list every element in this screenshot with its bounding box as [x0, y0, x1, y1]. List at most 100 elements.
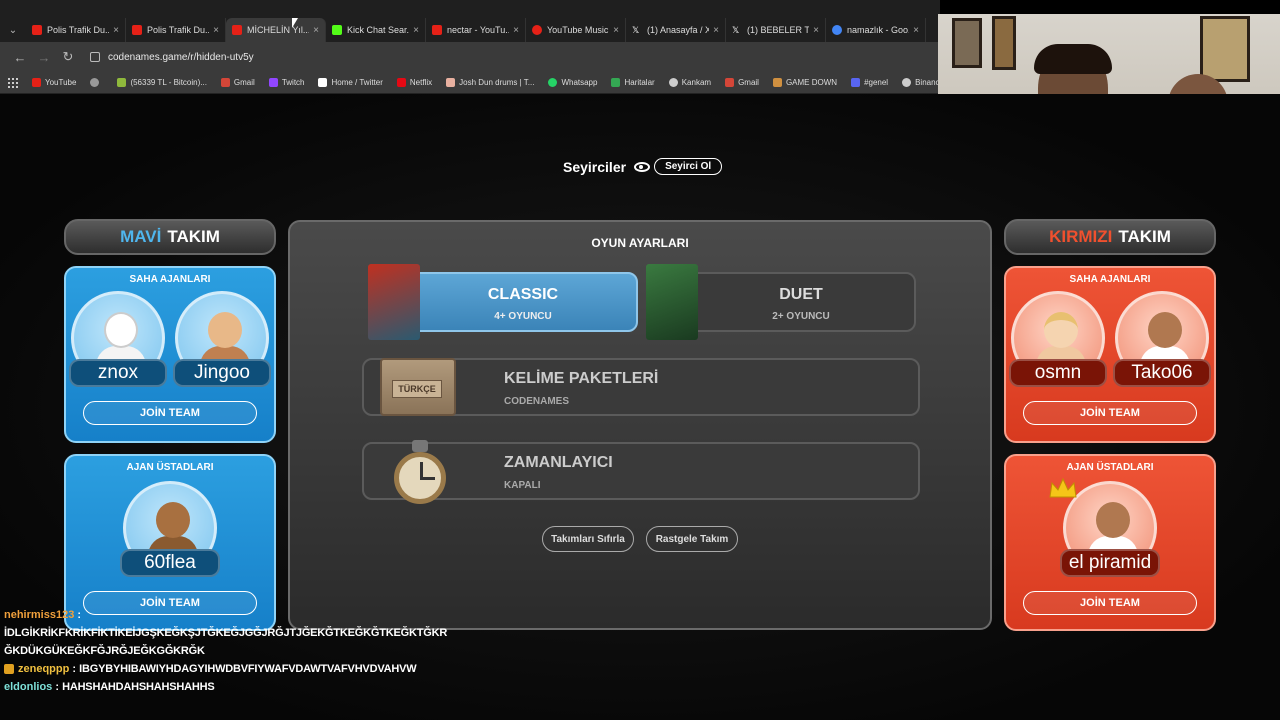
reset-teams-button[interactable]: Takımları Sıfırla: [542, 526, 634, 552]
x-icon: 𝕏: [732, 25, 740, 35]
bookmark[interactable]: Home / Twitter: [318, 78, 383, 87]
spectate-button[interactable]: Seyirci Ol: [654, 158, 723, 175]
bookmark[interactable]: #genel: [851, 78, 888, 87]
chat-username: eldonlios: [4, 681, 53, 693]
close-icon[interactable]: ×: [713, 25, 719, 36]
tab[interactable]: Polis Trafik Du... ×: [26, 18, 126, 42]
eye-icon: [634, 161, 651, 172]
tab[interactable]: Kick Chat Sear... ×: [326, 18, 426, 42]
url-text: codenames.game/r/hidden-utv5y: [108, 51, 254, 63]
bookmark[interactable]: [90, 78, 103, 87]
player-name: el piramid: [1060, 549, 1160, 577]
browser-titlebar: [0, 0, 940, 18]
bookmark[interactable]: Twitch: [268, 78, 305, 87]
tab-label: (1) Anasayfa / X: [647, 25, 710, 35]
bookmark-label: GAME DOWN: [785, 78, 838, 87]
close-icon[interactable]: ×: [913, 25, 919, 36]
word-pack-label: TÜRKÇE: [392, 380, 442, 398]
operatives-list: osmn Tako06: [1006, 291, 1214, 387]
chat-message: eldonlios : HAHSHAHDAHSHAHSHAHHS: [4, 678, 474, 696]
tab[interactable]: nectar - YouTu... ×: [426, 18, 526, 42]
close-icon[interactable]: ×: [313, 25, 319, 36]
codenames-box-art-icon: [368, 264, 420, 340]
close-icon[interactable]: ×: [513, 25, 519, 36]
site-info-icon[interactable]: [90, 52, 100, 62]
close-icon[interactable]: ×: [413, 25, 419, 36]
red-spymasters-panel: AJAN ÜSTADLARI el piramid JOİN TEAM: [1004, 454, 1216, 631]
twitch-icon: [268, 78, 278, 87]
tab[interactable]: namazlık - Goo... ×: [826, 18, 926, 42]
blue-join-operatives-button[interactable]: JOİN TEAM: [83, 401, 257, 425]
close-icon[interactable]: ×: [213, 25, 219, 36]
tab-search-icon[interactable]: ⌄: [0, 18, 26, 42]
game-settings-panel: OYUN AYARLARI CLASSIC 4+ OYUNCU DUET 2+ …: [288, 220, 992, 630]
chat-username: nehirmiss123: [4, 609, 75, 621]
tab-label: YouTube Music: [547, 25, 609, 35]
bookmark[interactable]: GAME DOWN: [772, 78, 838, 87]
bookmark[interactable]: Whatsapp: [548, 78, 597, 87]
close-icon[interactable]: ×: [113, 25, 119, 36]
gmail-icon: [725, 78, 735, 87]
bookmark[interactable]: Kankam: [668, 78, 711, 87]
spectators-label: Seyirciler: [563, 158, 627, 175]
forward-icon[interactable]: →: [32, 50, 56, 65]
bookmark-label: Netflix: [409, 78, 433, 87]
globe-icon: [90, 78, 100, 87]
bookmark[interactable]: Josh Dun drums | T...: [446, 78, 534, 87]
chat-message: nehirmiss123 : İDLGİKRİKFKRİKFİKTİKEİJGŞ…: [4, 606, 474, 660]
reload-icon[interactable]: ↻: [56, 49, 80, 65]
bookmarks-bar: YouTube (56339 TL - Bitcoin)... Gmail Tw…: [0, 72, 944, 94]
tab[interactable]: 𝕏 (1) Anasayfa / X ×: [626, 18, 726, 42]
red-join-operatives-button[interactable]: JOİN TEAM: [1023, 401, 1197, 425]
close-icon[interactable]: ×: [813, 25, 819, 36]
bookmark[interactable]: Gmail: [725, 78, 759, 87]
timer-option[interactable]: ZAMANLAYICI KAPALI: [362, 440, 920, 504]
youtube-icon: [132, 25, 142, 35]
bitcoin-icon: [117, 78, 127, 87]
crown-icon: [1049, 477, 1077, 498]
red-team-header: KIRMIZI TAKIM: [1004, 219, 1216, 255]
tab-label: MİCHELİN Yıl...: [247, 25, 310, 35]
back-icon[interactable]: ←: [8, 50, 32, 65]
youtube-icon: [32, 78, 41, 87]
url-field[interactable]: codenames.game/r/hidden-utv5y: [90, 52, 254, 63]
discord-icon: [851, 78, 861, 87]
youtube-icon: [432, 25, 442, 35]
bookmark[interactable]: YouTube: [32, 78, 76, 87]
word-packs-option[interactable]: TÜRKÇE KELİME PAKETLERİ CODENAMES: [362, 358, 920, 416]
bookmark-label: Twitch: [281, 78, 305, 87]
bookmark[interactable]: Haritalar: [611, 78, 655, 87]
bookmark[interactable]: Gmail: [220, 78, 255, 87]
tab-label: nectar - YouTu...: [447, 25, 510, 35]
player-card: 60flea: [120, 481, 220, 581]
tab-strip: ⌄ Polis Trafik Du... × Polis Trafik Du...…: [0, 18, 940, 42]
stream-chat: nehirmiss123 : İDLGİKRİKFKRİKFİKTİKEİJGŞ…: [4, 606, 474, 696]
bookmark-label: Josh Dun drums | T...: [459, 78, 535, 87]
tab-label: Polis Trafik Du...: [47, 25, 110, 35]
random-teams-button[interactable]: Rastgele Takım: [646, 526, 738, 552]
subscriber-badge-icon: [4, 664, 14, 675]
bookmark[interactable]: Netflix: [396, 78, 433, 87]
bookmark[interactable]: (56339 TL - Bitcoin)...: [117, 78, 207, 87]
player-card: Jingoo: [173, 291, 271, 387]
tab[interactable]: YouTube Music ×: [526, 18, 626, 42]
close-icon[interactable]: ×: [613, 25, 619, 36]
red-join-spymasters-button[interactable]: JOİN TEAM: [1023, 591, 1197, 615]
option-sub: CODENAMES: [504, 396, 570, 407]
tab[interactable]: 𝕏 (1) BEBELER To... ×: [726, 18, 826, 42]
blue-team-header: MAVİ TAKIM: [64, 219, 276, 255]
player-name: Tako06: [1113, 359, 1211, 387]
player-card: Tako06: [1113, 291, 1211, 387]
youtube-music-icon: [532, 25, 542, 35]
apps-icon[interactable]: [8, 77, 18, 88]
x-icon: [318, 78, 328, 87]
wall-poster: [952, 18, 982, 68]
tab-active[interactable]: MİCHELİN Yıl... ×: [226, 18, 326, 42]
youtube-icon: [232, 25, 242, 35]
player-name: znox: [69, 359, 167, 387]
tab-label: namazlık - Goo...: [847, 25, 910, 35]
bookmark-icon: [446, 78, 456, 87]
youtube-icon: [32, 25, 42, 35]
player-name: Jingoo: [173, 359, 271, 387]
tab[interactable]: Polis Trafik Du... ×: [126, 18, 226, 42]
